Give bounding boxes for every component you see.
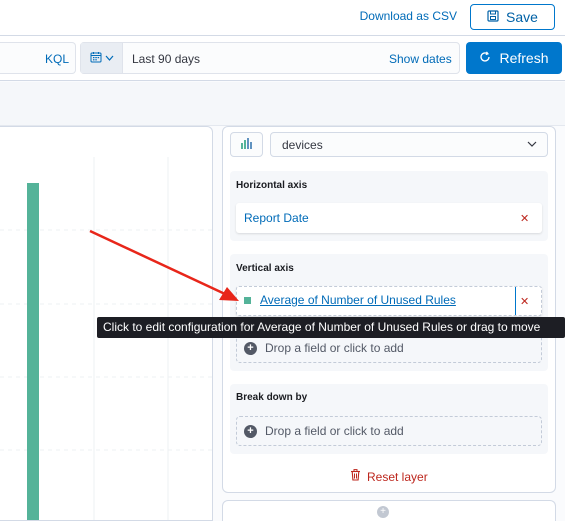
- save-label: Save: [506, 9, 538, 25]
- refresh-button[interactable]: Refresh: [466, 42, 562, 74]
- quick-date-menu-button[interactable]: [81, 43, 123, 73]
- chart-bar[interactable]: [27, 183, 39, 521]
- add-layer-button[interactable]: [222, 500, 556, 521]
- refresh-label: Refresh: [499, 50, 549, 66]
- add-layer-plus-icon[interactable]: +: [377, 506, 389, 518]
- annotation-arrow: [89, 229, 239, 301]
- horizontal-axis-field-label[interactable]: Report Date: [244, 211, 309, 225]
- chevron-down-icon: [527, 138, 537, 150]
- series-color-swatch: [244, 297, 251, 304]
- trash-icon: [350, 469, 361, 484]
- refresh-icon: [479, 50, 491, 66]
- layer-datasource-value: devices: [282, 138, 323, 152]
- remove-horizontal-field-icon[interactable]: ✕: [520, 212, 529, 225]
- download-csv-link[interactable]: Download as CSV: [360, 9, 457, 23]
- vertical-axis-field-label[interactable]: Average of Number of Unused Rules: [260, 293, 456, 307]
- reset-layer-button[interactable]: Reset layer: [350, 469, 428, 484]
- calendar-icon: [90, 51, 102, 66]
- vertical-axis-drop-label[interactable]: + Drop a field or click to add: [244, 341, 404, 355]
- reset-layer-label: Reset layer: [367, 469, 428, 484]
- horizontal-axis-title: Horizontal axis: [236, 180, 308, 191]
- breakdown-drop-label[interactable]: + Drop a field or click to add: [244, 424, 404, 438]
- chart-type-button[interactable]: [230, 132, 263, 157]
- workspace-header-band: [0, 82, 565, 126]
- plus-in-circle-icon: +: [244, 424, 257, 438]
- chevron-down-icon: [105, 53, 114, 64]
- show-dates-link[interactable]: Show dates: [389, 52, 452, 66]
- field-tooltip: Click to edit configuration for Average …: [97, 317, 565, 338]
- plus-in-circle-icon: +: [244, 341, 257, 355]
- date-range-text[interactable]: Last 90 days: [132, 52, 200, 66]
- save-button[interactable]: Save: [470, 4, 555, 30]
- save-icon: [487, 9, 499, 25]
- breakdown-title: Break down by: [236, 392, 308, 403]
- bar-chart-icon: [240, 137, 254, 152]
- layer-datasource-select[interactable]: devices: [270, 132, 548, 157]
- drag-handle[interactable]: [515, 287, 516, 315]
- remove-vertical-field-icon[interactable]: ✕: [520, 295, 529, 308]
- kql-language-toggle[interactable]: KQL: [45, 52, 69, 66]
